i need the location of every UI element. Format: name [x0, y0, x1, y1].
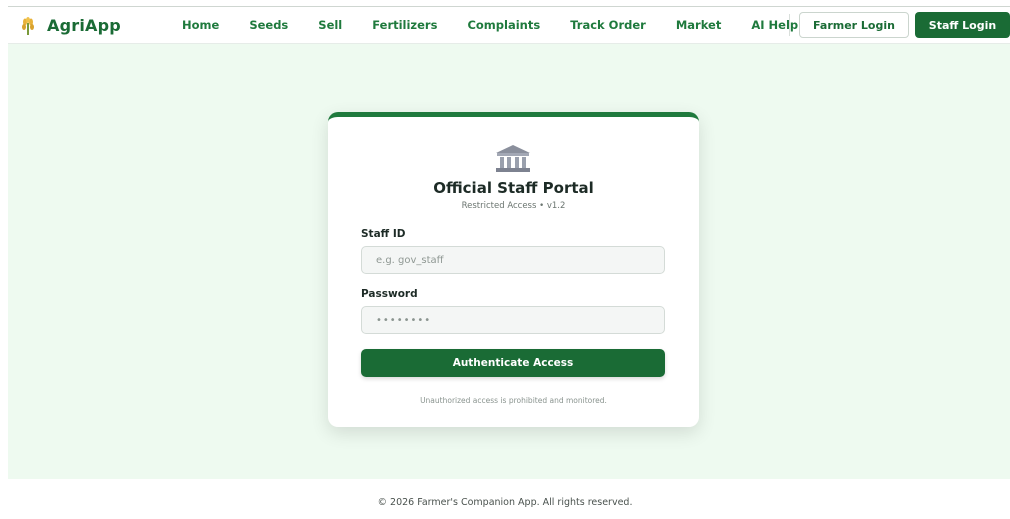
- farmer-login-button[interactable]: Farmer Login: [799, 12, 909, 38]
- nav-link-ai-help[interactable]: AI Help: [751, 18, 798, 32]
- password-input[interactable]: [361, 306, 665, 334]
- nav-links: Home Seeds Sell Fertilizers Complaints T…: [182, 18, 798, 32]
- security-notice: Unauthorized access is prohibited and mo…: [420, 396, 607, 405]
- portal-title: Official Staff Portal: [433, 179, 594, 197]
- footer-copyright: © 2026 Farmer's Companion App. All right…: [377, 497, 633, 508]
- nav-link-sell[interactable]: Sell: [318, 18, 342, 32]
- staff-id-label: Staff ID: [361, 228, 406, 240]
- password-label: Password: [361, 288, 418, 300]
- top-navbar: AgriApp Home Seeds Sell Fertilizers Comp…: [8, 7, 1010, 44]
- main-content: Official Staff Portal Restricted Access …: [8, 44, 1010, 479]
- portal-subtitle: Restricted Access • v1.2: [461, 201, 566, 211]
- brand-name: AgriApp: [47, 16, 121, 35]
- staff-id-input[interactable]: [361, 246, 665, 274]
- brand[interactable]: AgriApp: [20, 16, 121, 35]
- authenticate-button[interactable]: Authenticate Access: [361, 349, 665, 377]
- nav-link-complaints[interactable]: Complaints: [467, 18, 540, 32]
- nav-link-seeds[interactable]: Seeds: [249, 18, 288, 32]
- wheat-icon: [22, 16, 34, 35]
- login-card: Official Staff Portal Restricted Access …: [328, 112, 699, 427]
- nav-link-home[interactable]: Home: [182, 18, 219, 32]
- staff-login-button[interactable]: Staff Login: [915, 12, 1010, 38]
- nav-link-market[interactable]: Market: [676, 18, 722, 32]
- nav-link-track-order[interactable]: Track Order: [570, 18, 646, 32]
- nav-divider: [789, 14, 790, 36]
- bank-icon: [496, 145, 530, 172]
- nav-link-fertilizers[interactable]: Fertilizers: [372, 18, 437, 32]
